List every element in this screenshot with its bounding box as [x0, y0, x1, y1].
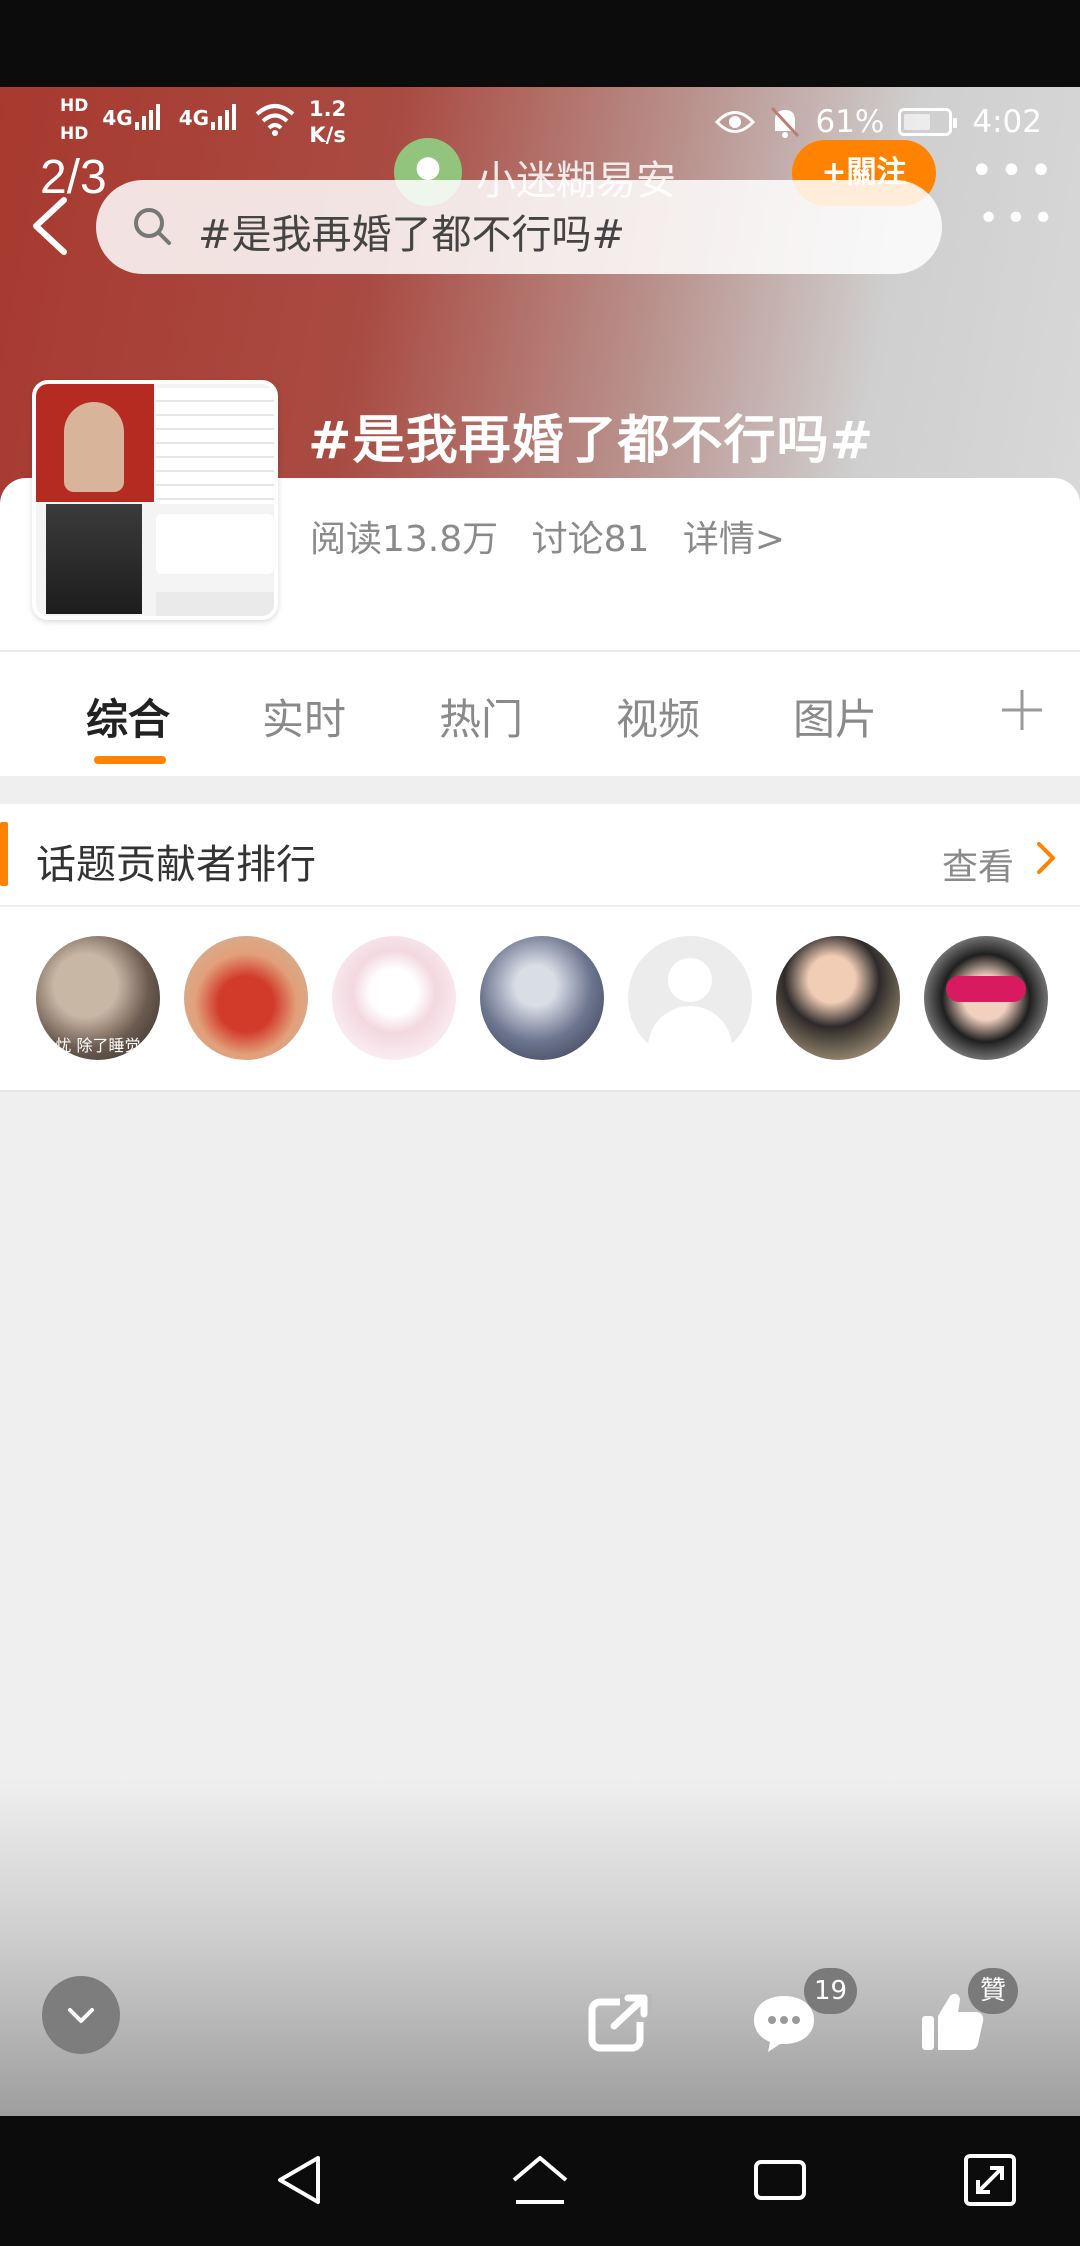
- contributor-avatar-default[interactable]: [628, 936, 752, 1060]
- discussion-count: 讨论81: [531, 519, 650, 560]
- contributor-avatar[interactable]: 忧 除了睡觉: [36, 936, 160, 1060]
- contributor-avatars: 忧 除了睡觉: [36, 936, 1048, 1060]
- search-icon: [134, 208, 171, 245]
- search-query: #是我再婚了都不行吗#: [198, 212, 626, 258]
- more-options-icon[interactable]: •••: [978, 198, 1060, 239]
- speed-unit: K/s: [309, 123, 346, 147]
- signal-icon: [211, 104, 237, 130]
- chevron-right-icon[interactable]: [1034, 840, 1058, 876]
- section-gap: [0, 776, 1080, 804]
- status-bar-right: 61% 4:02: [715, 104, 1042, 140]
- collapse-button[interactable]: [42, 1976, 120, 2054]
- thumbnail-portrait: [36, 384, 154, 502]
- avatar-caption: 忧 除了睡觉: [55, 1036, 141, 1055]
- tab-video[interactable]: 视频: [616, 686, 700, 747]
- section-accent: [0, 822, 8, 886]
- bottom-shade: [0, 1780, 1080, 2116]
- tab-hot[interactable]: 热门: [439, 686, 523, 747]
- signal-icon: [134, 104, 160, 130]
- eye-icon: [715, 111, 756, 133]
- divider: [0, 905, 1080, 907]
- contributor-avatar[interactable]: [924, 936, 1048, 1060]
- topic-thumbnail[interactable]: [32, 380, 278, 620]
- tab-comprehensive[interactable]: 综合: [86, 686, 170, 747]
- top-black-bar: [0, 0, 1080, 87]
- details-link[interactable]: 详情>: [683, 519, 785, 560]
- battery-icon: [898, 108, 958, 136]
- tab-realtime[interactable]: 实时: [262, 686, 346, 747]
- wifi-icon: [255, 104, 295, 136]
- default-avatar-body: [648, 1006, 732, 1060]
- divider: [0, 1090, 1080, 1092]
- contributor-avatar[interactable]: [480, 936, 604, 1060]
- contributor-avatar[interactable]: [184, 936, 308, 1060]
- battery-percent: 61%: [815, 104, 885, 140]
- battery-level: [904, 114, 930, 130]
- topic-title: #是我再婚了都不行吗#: [308, 411, 875, 471]
- mute-bell-icon: [771, 106, 800, 138]
- thumbnail-photo: [46, 504, 142, 614]
- contributors-title: 话题贡献者排行: [36, 842, 316, 888]
- thumbnail-portrait-face: [64, 402, 124, 492]
- avatar-glasses: [946, 976, 1026, 1002]
- search-input[interactable]: #是我再婚了都不行吗#: [96, 180, 942, 274]
- nav-back-icon[interactable]: [270, 2150, 330, 2210]
- read-count: 阅读13.8万: [310, 519, 499, 560]
- more-dots-icon[interactable]: •••: [970, 148, 1059, 194]
- tab-images[interactable]: 图片: [793, 686, 877, 747]
- add-tab-icon[interactable]: [1000, 688, 1044, 732]
- chevron-down-icon: [68, 2008, 94, 2023]
- status-bar-left: HD HD 4G 4G 1.2 K/s: [60, 96, 346, 148]
- comment-count-badge: 19: [804, 1968, 858, 2014]
- default-avatar-head: [668, 958, 712, 1002]
- active-tab-indicator: [94, 756, 166, 764]
- topic-stats: 阅读13.8万 讨论81 详情>: [310, 510, 807, 562]
- nav-expand-icon[interactable]: [960, 2150, 1020, 2210]
- like-badge: 贊: [968, 1968, 1018, 2014]
- back-arrow-icon[interactable]: [26, 196, 76, 256]
- contributor-avatar[interactable]: [776, 936, 900, 1060]
- share-icon[interactable]: [586, 1990, 654, 2054]
- contributor-avatar[interactable]: [332, 936, 456, 1060]
- nav-recents-icon[interactable]: [750, 2150, 810, 2210]
- network-type: 4G: [102, 106, 133, 130]
- network-speed: 1.2 K/s: [309, 96, 346, 148]
- network-type: 4G: [178, 106, 210, 130]
- hd-badge: HD: [60, 96, 89, 116]
- thumbnail-chat: [156, 514, 274, 574]
- nav-home-icon[interactable]: [510, 2150, 570, 2210]
- view-more-link[interactable]: 查看: [942, 838, 1014, 890]
- thumbnail-toolbar: [156, 592, 274, 616]
- thumbnail-text-lines: [156, 388, 274, 504]
- hd-badge: HD: [60, 124, 89, 144]
- clock: 4:02: [972, 104, 1042, 140]
- speed-value: 1.2: [309, 97, 347, 121]
